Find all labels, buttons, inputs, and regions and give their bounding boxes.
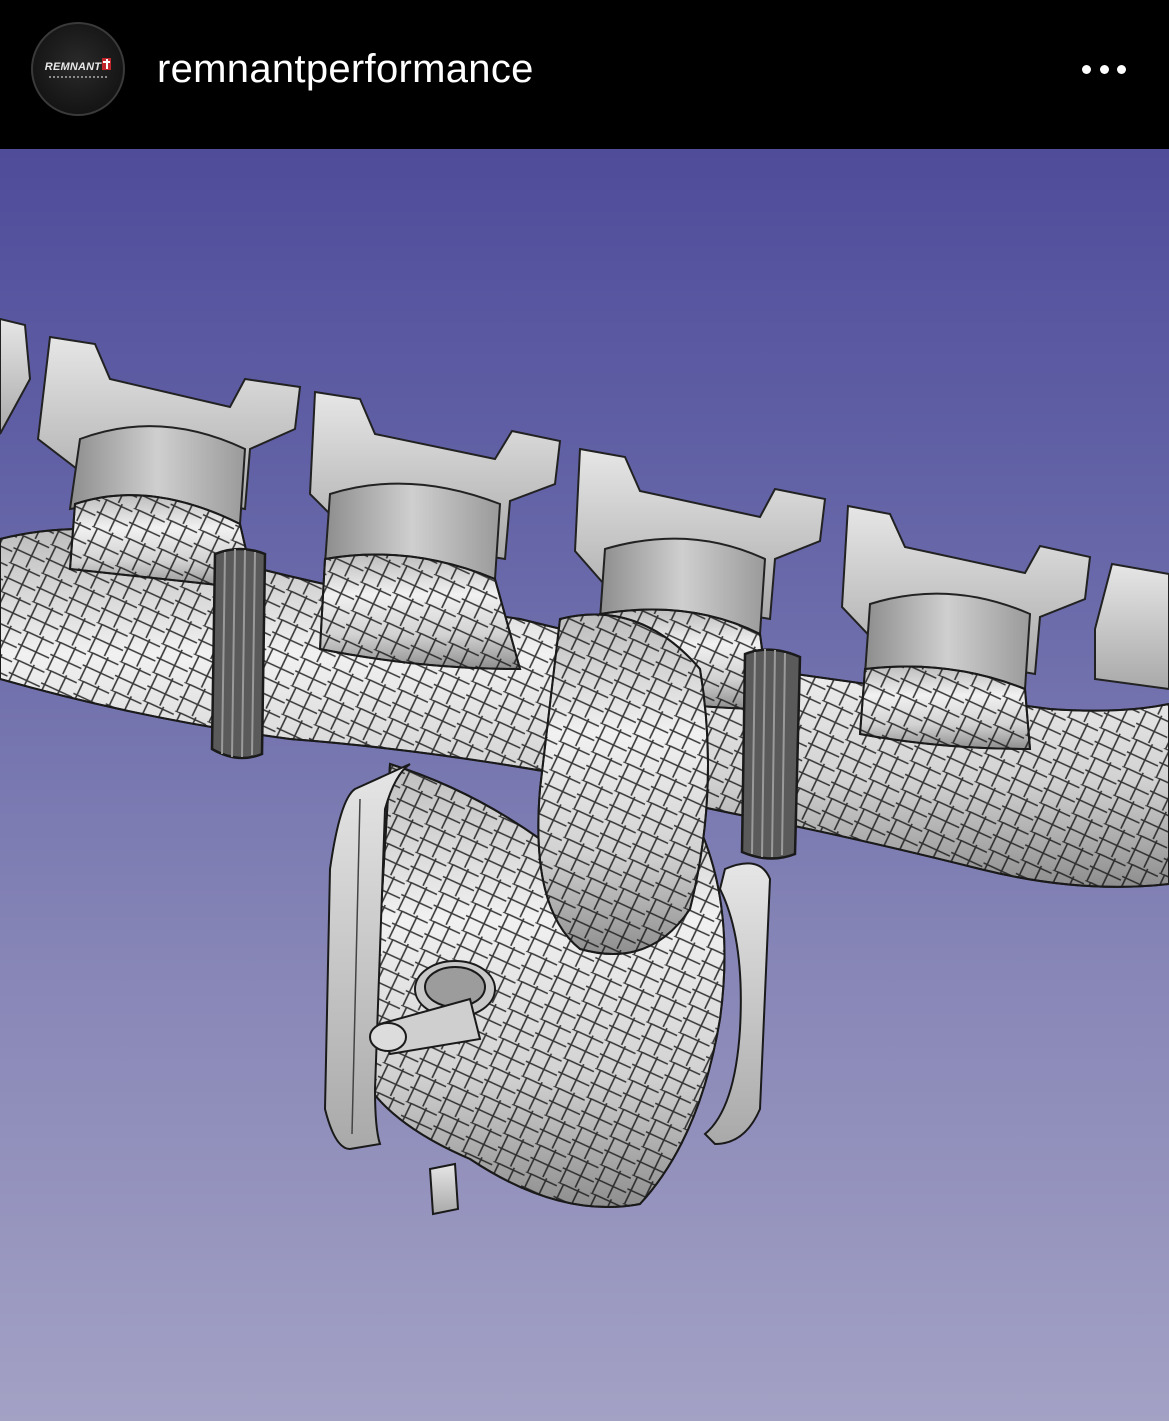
cross-icon bbox=[102, 57, 112, 70]
avatar[interactable]: REMNANT bbox=[31, 22, 125, 116]
avatar-logo-text: REMNANT bbox=[44, 60, 102, 73]
more-horizontal-icon bbox=[1099, 64, 1109, 74]
more-options-button[interactable] bbox=[1076, 52, 1132, 86]
cad-manifold-render bbox=[0, 317, 1169, 1216]
post-header: REMNANT remnantperformance bbox=[0, 0, 1169, 149]
post-image[interactable] bbox=[0, 149, 1169, 1421]
remnant-logo: REMNANT bbox=[44, 57, 112, 73]
more-horizontal-icon bbox=[1082, 64, 1091, 74]
more-horizontal-icon bbox=[1117, 64, 1126, 74]
username-link[interactable]: remnantperformance bbox=[157, 44, 534, 94]
avatar-logo-subline bbox=[49, 75, 107, 78]
